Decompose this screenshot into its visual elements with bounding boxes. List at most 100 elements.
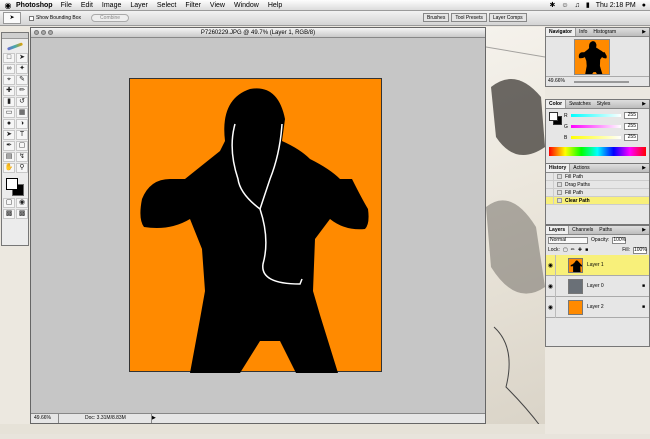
- menu-edit[interactable]: Edit: [81, 0, 93, 11]
- palette-menu-icon[interactable]: ▶: [639, 164, 649, 172]
- lock-paint-icon[interactable]: ✏: [571, 247, 575, 253]
- adobe-feather-icon[interactable]: [2, 39, 28, 53]
- fill-input[interactable]: 100%: [633, 246, 647, 254]
- visibility-eye-icon[interactable]: ◉: [546, 283, 555, 290]
- g-slider[interactable]: [571, 125, 621, 128]
- layer-row-layer-0[interactable]: ◉ Layer 0 ■: [546, 275, 649, 297]
- tab-brushes[interactable]: Brushes: [423, 13, 450, 22]
- tab-info[interactable]: Info: [576, 28, 590, 36]
- layer-link-cell[interactable]: [555, 296, 564, 318]
- zoom-readout[interactable]: 49.66%: [31, 414, 59, 423]
- r-value[interactable]: 255: [624, 112, 638, 119]
- lock-move-icon[interactable]: ✚: [578, 247, 582, 253]
- zoom-window-icon[interactable]: [48, 30, 53, 35]
- quick-mask-icon[interactable]: ◉: [16, 198, 28, 208]
- tab-styles[interactable]: Styles: [594, 100, 614, 108]
- gradient-tool-icon[interactable]: ▦: [16, 108, 28, 118]
- g-value[interactable]: 255: [624, 123, 638, 130]
- visibility-eye-icon[interactable]: ◉: [546, 304, 555, 311]
- tab-color[interactable]: Color: [546, 100, 567, 108]
- eyedropper-icon[interactable]: ↯: [16, 152, 28, 162]
- menu-file[interactable]: File: [61, 0, 72, 11]
- clock[interactable]: Thu 2:18 PM: [596, 0, 636, 11]
- tab-channels[interactable]: Channels: [569, 226, 596, 234]
- image-canvas[interactable]: [129, 78, 382, 373]
- bluetooth-icon[interactable]: ✱: [550, 0, 556, 11]
- close-window-icon[interactable]: [34, 30, 39, 35]
- b-value[interactable]: 255: [624, 134, 638, 141]
- volume-icon[interactable]: ♫: [575, 0, 580, 11]
- history-item[interactable]: Fill Path: [546, 189, 649, 197]
- screen-mode-1-icon[interactable]: ▩: [3, 209, 15, 219]
- magic-wand-icon[interactable]: ✦: [16, 64, 28, 74]
- apple-menu-icon[interactable]: ◉: [0, 0, 16, 11]
- healing-brush-icon[interactable]: ✚: [3, 86, 15, 96]
- screen-mode-2-icon[interactable]: ▩: [16, 209, 28, 219]
- shape-tool-icon[interactable]: ▢: [16, 141, 28, 151]
- lock-transparency-icon[interactable]: ▢: [563, 247, 568, 253]
- navigator-zoom[interactable]: 49.66%: [548, 78, 565, 84]
- color-spectrum[interactable]: [549, 147, 646, 156]
- tab-tool-presets[interactable]: Tool Presets: [451, 13, 487, 22]
- menu-window[interactable]: Window: [234, 0, 259, 11]
- history-item-selected[interactable]: Clear Path: [546, 197, 649, 205]
- move-tool-icon[interactable]: ➤: [16, 53, 28, 63]
- menu-help[interactable]: Help: [268, 0, 282, 11]
- blend-mode-select[interactable]: Normal: [548, 236, 588, 244]
- opacity-input[interactable]: 100%: [612, 236, 627, 244]
- status-menu-arrow-icon[interactable]: ▶: [152, 414, 156, 423]
- color-swatches[interactable]: [2, 176, 28, 198]
- show-bounding-box-checkbox[interactable]: [29, 15, 34, 21]
- pen-tool-icon[interactable]: ✒: [3, 141, 15, 151]
- combine-button[interactable]: Combine: [91, 14, 130, 22]
- layer-link-cell[interactable]: [555, 275, 564, 297]
- tab-history[interactable]: History: [546, 164, 571, 172]
- tab-layer-comps[interactable]: Layer Comps: [488, 13, 527, 22]
- slice-tool-icon[interactable]: ✎: [16, 75, 28, 85]
- spotlight-icon[interactable]: ●: [642, 0, 646, 11]
- tab-actions[interactable]: Actions: [570, 164, 592, 172]
- menu-layer[interactable]: Layer: [130, 0, 148, 11]
- palette-menu-icon[interactable]: ▶: [639, 226, 649, 234]
- history-item[interactable]: Drag Paths: [546, 181, 649, 189]
- menu-filter[interactable]: Filter: [185, 0, 201, 11]
- palette-menu-icon[interactable]: ▶: [639, 100, 649, 108]
- history-item[interactable]: Fill Path: [546, 173, 649, 181]
- tab-histogram[interactable]: Histogram: [590, 28, 619, 36]
- crop-tool-icon[interactable]: ⌖: [3, 75, 15, 85]
- tab-layers[interactable]: Layers: [546, 226, 570, 234]
- document-titlebar[interactable]: P7260229.JPG @ 49.7% (Layer 1, RGB/8): [31, 28, 485, 38]
- r-slider[interactable]: [571, 114, 621, 117]
- wifi-icon[interactable]: ☺: [561, 0, 568, 11]
- b-slider[interactable]: [571, 136, 621, 139]
- lock-all-icon[interactable]: ■: [585, 247, 588, 253]
- palette-menu-icon[interactable]: ▶: [639, 28, 649, 36]
- minimize-window-icon[interactable]: [41, 30, 46, 35]
- hand-tool-icon[interactable]: ✋: [3, 163, 15, 173]
- zoom-tool-icon[interactable]: ⚲: [16, 163, 28, 173]
- history-brush-icon[interactable]: ↺: [16, 97, 28, 107]
- visibility-eye-icon[interactable]: ◉: [546, 262, 555, 269]
- blur-tool-icon[interactable]: ●: [3, 119, 15, 129]
- foreground-color[interactable]: [6, 178, 18, 190]
- color-fg-swatch[interactable]: [549, 112, 558, 121]
- path-select-icon[interactable]: ➤: [3, 130, 15, 140]
- app-menu[interactable]: Photoshop: [16, 0, 53, 11]
- layer-link-cell[interactable]: [555, 254, 564, 276]
- stamp-tool-icon[interactable]: ▮: [3, 97, 15, 107]
- battery-icon[interactable]: ▮: [586, 0, 590, 11]
- notes-tool-icon[interactable]: ▤: [3, 152, 15, 162]
- standard-mode-icon[interactable]: ▢: [3, 198, 15, 208]
- menu-view[interactable]: View: [210, 0, 225, 11]
- layer-row-layer-1[interactable]: ◉ Layer 1: [546, 254, 649, 276]
- dodge-tool-icon[interactable]: ◑: [16, 119, 28, 129]
- navigator-preview[interactable]: [574, 39, 610, 75]
- brush-tool-icon[interactable]: ✏: [16, 86, 28, 96]
- tab-paths[interactable]: Paths: [596, 226, 615, 234]
- tab-swatches[interactable]: Swatches: [566, 100, 594, 108]
- menu-select[interactable]: Select: [157, 0, 176, 11]
- move-tool-preset-icon[interactable]: ➤: [3, 12, 21, 24]
- lasso-tool-icon[interactable]: ∞: [3, 64, 15, 74]
- layer-row-layer-2[interactable]: ◉ Layer 2 ■: [546, 296, 649, 318]
- eraser-tool-icon[interactable]: ▭: [3, 108, 15, 118]
